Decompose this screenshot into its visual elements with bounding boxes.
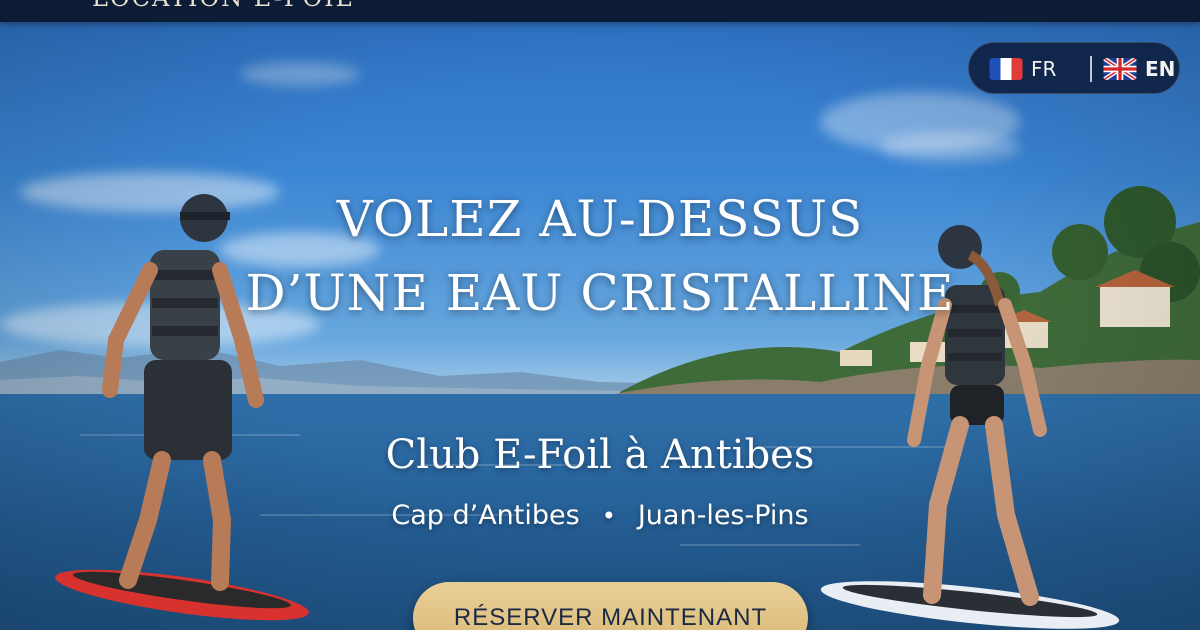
hero-headline-line-1: VOLEZ AU-DESSUS bbox=[336, 190, 864, 248]
language-option-en[interactable]: EN bbox=[1103, 54, 1175, 84]
language-label-en: EN bbox=[1145, 57, 1176, 81]
language-label-fr: FR bbox=[1031, 57, 1057, 81]
location-cap-antibes: Cap d’Antibes bbox=[391, 500, 580, 531]
language-divider bbox=[1090, 56, 1092, 82]
rider-left-illustration bbox=[55, 194, 309, 621]
book-now-button[interactable]: RÉSERVER MAINTENANT bbox=[413, 582, 808, 630]
hero-locations: Cap d’Antibes • Juan-les-Pins bbox=[0, 500, 1200, 531]
hero-subtitle: Club E-Foil à Antibes bbox=[385, 432, 815, 478]
top-bar: LOCATION E-FOIL bbox=[0, 0, 1200, 22]
brand-logo-text[interactable]: LOCATION E-FOIL bbox=[92, 0, 354, 12]
page: LOCATION E-FOIL bbox=[0, 0, 1200, 630]
language-switcher: FR EN bbox=[968, 42, 1180, 94]
hero-headline-line-2: D’UNE EAU CRISTALLINE bbox=[245, 264, 955, 322]
uk-flag-icon bbox=[1103, 58, 1137, 80]
language-option-fr[interactable]: FR bbox=[989, 54, 1056, 84]
location-separator: • bbox=[601, 501, 616, 530]
french-flag-icon bbox=[989, 58, 1023, 80]
location-juan-les-pins: Juan-les-Pins bbox=[637, 500, 809, 531]
